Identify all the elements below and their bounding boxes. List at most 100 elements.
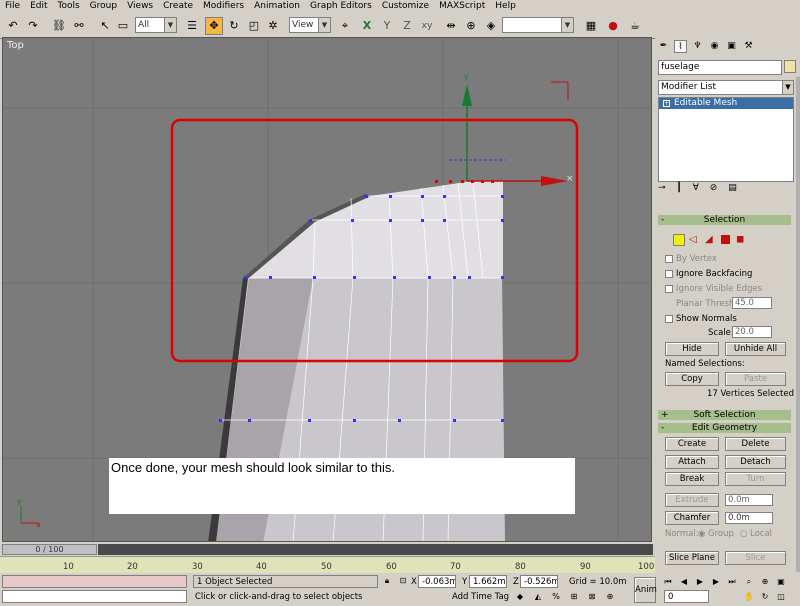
scale-spinner[interactable]: 20.0 bbox=[732, 326, 772, 338]
goto-end-icon[interactable]: ⏭ bbox=[726, 576, 738, 588]
constrain-xy-icon[interactable]: xy bbox=[418, 17, 436, 35]
z-coord-field[interactable]: -0.526m bbox=[520, 575, 558, 588]
soft-selection-rollout-header[interactable]: + Soft Selection bbox=[658, 410, 791, 420]
scale-icon[interactable]: ◰ bbox=[245, 17, 263, 35]
delete-button[interactable]: Delete bbox=[725, 437, 786, 451]
utilities-tab-icon[interactable]: ⚒ bbox=[742, 40, 755, 53]
chamfer-spinner[interactable]: 0.0m bbox=[725, 512, 773, 524]
object-name-field[interactable]: fuselage bbox=[658, 60, 782, 75]
unlink-icon[interactable]: ⚯ bbox=[70, 17, 88, 35]
modify-tab-icon[interactable]: ⌇ bbox=[674, 40, 687, 53]
absolute-mode-icon[interactable]: ⊡ bbox=[397, 575, 409, 587]
select-by-name-icon[interactable]: ☰ bbox=[183, 17, 201, 35]
x-coord-field[interactable]: -0.063m bbox=[418, 575, 456, 588]
make-unique-icon[interactable]: ∀ bbox=[693, 183, 703, 193]
detach-button[interactable]: Detach bbox=[725, 455, 786, 469]
pin-stack-icon[interactable]: ⊸ bbox=[658, 183, 670, 193]
reference-coord-dropdown[interactable]: View ▼ bbox=[289, 17, 331, 33]
edge-level-icon[interactable]: ◁ bbox=[689, 234, 697, 245]
menu-graph-editors[interactable]: Graph Editors bbox=[305, 0, 377, 13]
menu-animation[interactable]: Animation bbox=[249, 0, 305, 13]
selection-rollout-header[interactable]: - Selection bbox=[658, 215, 791, 225]
track-bar[interactable]: 10 20 30 40 50 60 70 80 90 100 bbox=[0, 556, 655, 573]
percent-snap-icon[interactable]: % bbox=[550, 591, 562, 603]
zoom-extents-icon[interactable]: ▣ bbox=[775, 576, 787, 588]
group-radio-icon[interactable]: ◉ bbox=[698, 529, 705, 539]
attach-button[interactable]: Attach bbox=[665, 455, 719, 469]
viewport-top[interactable]: Top y × y x Once done, your mesh should … bbox=[2, 37, 652, 542]
zoom-icon[interactable]: ⌕ bbox=[743, 576, 755, 588]
paste-button[interactable]: Paste bbox=[725, 372, 786, 386]
modifier-list-dropdown[interactable]: Modifier List ▼ bbox=[658, 80, 794, 95]
schematic-view-icon[interactable]: ▦ bbox=[582, 17, 600, 35]
command-panel-scrollbar[interactable] bbox=[796, 77, 800, 572]
transform-gizmo[interactable]: y × bbox=[462, 72, 574, 186]
move-icon[interactable]: ✥ bbox=[205, 17, 223, 35]
hierarchy-tab-icon[interactable]: ♆ bbox=[691, 40, 704, 53]
planar-thresh-spinner[interactable]: 45.0 bbox=[732, 297, 772, 309]
menu-maxscript[interactable]: MAXScript bbox=[434, 0, 490, 13]
lock-icon[interactable]: 🔒︎ bbox=[381, 575, 393, 587]
menu-group[interactable]: Group bbox=[85, 0, 122, 13]
menu-help[interactable]: Help bbox=[490, 0, 521, 13]
manipulate-icon[interactable]: ✲ bbox=[264, 17, 282, 35]
edit-geometry-rollout-header[interactable]: - Edit Geometry bbox=[658, 423, 791, 433]
slice-button[interactable]: Slice bbox=[725, 551, 786, 565]
show-end-result-icon[interactable]: ┃ bbox=[676, 183, 685, 193]
configure-sets-icon[interactable]: ▤ bbox=[728, 183, 741, 193]
by-vertex-checkbox[interactable] bbox=[665, 255, 673, 263]
unhide-all-button[interactable]: Unhide All bbox=[725, 342, 786, 356]
vertex-snap-icon[interactable]: ◆ bbox=[514, 591, 526, 603]
maxscript-listener-mini[interactable] bbox=[2, 575, 187, 588]
selection-lock-icon[interactable]: ⊠ bbox=[586, 591, 598, 603]
pan-icon[interactable]: ✋ bbox=[743, 591, 755, 603]
redo-icon[interactable]: ↷ bbox=[24, 17, 42, 35]
select-region-icon[interactable]: ▭ bbox=[114, 17, 132, 35]
selection-filter-dropdown[interactable]: All ▼ bbox=[135, 17, 177, 33]
expand-icon[interactable]: + bbox=[663, 100, 670, 107]
arc-rotate-icon[interactable]: ↻ bbox=[759, 591, 771, 603]
break-button[interactable]: Break bbox=[665, 472, 719, 486]
turn-button[interactable]: Turn bbox=[725, 472, 786, 486]
pivot-center-icon[interactable]: ⌖ bbox=[336, 17, 354, 35]
stack-item-editable-mesh[interactable]: + Editable Mesh bbox=[659, 98, 793, 109]
extrude-button[interactable]: Extrude bbox=[665, 493, 719, 507]
menu-customize[interactable]: Customize bbox=[377, 0, 434, 13]
next-frame-icon[interactable]: ▶ bbox=[710, 576, 722, 588]
local-radio-icon[interactable]: ○ bbox=[740, 529, 747, 539]
face-level-icon[interactable]: ◢ bbox=[705, 234, 713, 245]
material-editor-icon[interactable]: ● bbox=[604, 17, 622, 35]
undo-icon[interactable]: ↶ bbox=[4, 17, 22, 35]
menu-tools[interactable]: Tools bbox=[53, 0, 85, 13]
menu-modifiers[interactable]: Modifiers bbox=[198, 0, 249, 13]
create-tab-icon[interactable]: ✒ bbox=[657, 40, 670, 53]
chamfer-button[interactable]: Chamfer bbox=[665, 511, 719, 525]
zoom-all-icon[interactable]: ⊕ bbox=[759, 576, 771, 588]
previous-frame-icon[interactable]: ◀ bbox=[678, 576, 690, 588]
spacing-icon[interactable]: ◈ bbox=[482, 17, 500, 35]
menu-views[interactable]: Views bbox=[122, 0, 158, 13]
constrain-z-icon[interactable]: Z bbox=[398, 17, 416, 35]
time-slider-track[interactable] bbox=[98, 544, 653, 555]
constrain-y-icon[interactable]: Y bbox=[378, 17, 396, 35]
copy-button[interactable]: Copy bbox=[665, 372, 719, 386]
y-coord-field[interactable]: 1.662m bbox=[469, 575, 507, 588]
polygon-level-icon[interactable] bbox=[721, 235, 730, 244]
create-button[interactable]: Create bbox=[665, 437, 719, 451]
mirror-icon[interactable]: ⇹ bbox=[442, 17, 460, 35]
align-icon[interactable]: ⊕ bbox=[462, 17, 480, 35]
key-filter-icon[interactable]: ⊕ bbox=[604, 591, 616, 603]
object-color-swatch[interactable] bbox=[784, 60, 796, 73]
current-frame-field[interactable]: 0 bbox=[664, 590, 709, 603]
goto-start-icon[interactable]: ⏮ bbox=[662, 576, 674, 588]
menu-edit[interactable]: Edit bbox=[25, 0, 52, 13]
add-time-tag[interactable]: Add Time Tag bbox=[449, 591, 509, 604]
display-tab-icon[interactable]: ▣ bbox=[725, 40, 738, 53]
play-icon[interactable]: ▶ bbox=[694, 576, 706, 588]
render-icon[interactable]: ☕ bbox=[626, 17, 644, 35]
animate-button[interactable]: Anim bbox=[634, 577, 657, 603]
motion-tab-icon[interactable]: ◉ bbox=[708, 40, 721, 53]
vertex-level-icon[interactable] bbox=[673, 234, 685, 246]
spinner-snap-icon[interactable]: ⊞ bbox=[568, 591, 580, 603]
slice-plane-button[interactable]: Slice Plane bbox=[665, 551, 719, 565]
